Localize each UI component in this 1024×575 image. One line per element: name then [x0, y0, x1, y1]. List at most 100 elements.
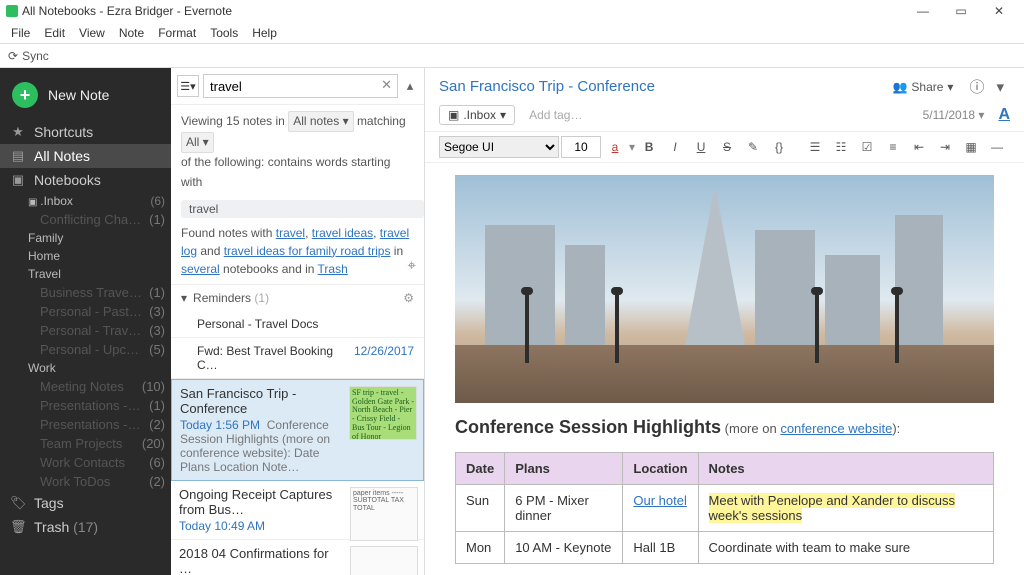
new-note-label: New Note: [48, 87, 109, 103]
notebook-work[interactable]: Work: [0, 359, 171, 377]
nav-trash[interactable]: 🗑Trash (17): [0, 515, 171, 539]
note-card-selected[interactable]: San Francisco Trip - Conference Today 1:…: [171, 379, 424, 481]
our-hotel-link[interactable]: Our hotel: [633, 493, 686, 508]
indent-button[interactable]: ⇥: [933, 136, 957, 158]
notebook-inbox[interactable]: ▣ .Inbox(6): [0, 192, 171, 210]
note-card[interactable]: 2018 04 Confirmations for … Today 10:49 …: [171, 540, 424, 575]
notebook-meeting-notes[interactable]: Meeting Notes(10): [0, 377, 171, 396]
note-cards: San Francisco Trip - Conference Today 1:…: [171, 379, 424, 575]
menu-file[interactable]: File: [4, 24, 37, 42]
note-body[interactable]: Conference Session Highlights (more on c…: [425, 163, 1024, 575]
card-thumbnail: paper items ----- SUBTOTAL TAX TOTAL: [350, 487, 418, 541]
maximize-button[interactable]: ▭: [942, 4, 980, 18]
menu-view[interactable]: View: [72, 24, 112, 42]
table-row: Sun 6 PM - Mixer dinner Our hotel Meet w…: [456, 485, 994, 532]
table-row: Mon 10 AM - Keynote Hall 1B Coordinate w…: [456, 532, 994, 564]
note-date: 5/11/2018 ▾: [923, 108, 985, 122]
conference-table: Date Plans Location Notes Sun 6 PM - Mix…: [455, 452, 994, 564]
bullets-button[interactable]: ☰: [803, 136, 827, 158]
expand-search-icon[interactable]: ▴: [402, 78, 418, 94]
note-editor: San Francisco Trip - Conference 👥Share ▾…: [425, 68, 1024, 575]
th-plans: Plans: [505, 453, 623, 485]
notebook-conflicting[interactable]: Conflicting Changes(1): [0, 210, 171, 229]
outdent-button[interactable]: ⇤: [907, 136, 931, 158]
menu-edit[interactable]: Edit: [37, 24, 72, 42]
sync-bar: ⟳ Sync: [0, 44, 1024, 68]
notebook-work-todos[interactable]: Work ToDos(2): [0, 472, 171, 491]
more-icon[interactable]: ▾: [996, 78, 1004, 96]
menu-note[interactable]: Note: [112, 24, 151, 42]
clear-search-icon[interactable]: ✕: [381, 77, 392, 93]
reminders-header[interactable]: ▾ Reminders (1) ⚙: [171, 284, 424, 311]
gear-icon[interactable]: ⚙: [403, 291, 414, 305]
notebook-business-travel[interactable]: Business Travel - re…(1): [0, 283, 171, 302]
notebook-work-contacts[interactable]: Work Contacts(6): [0, 453, 171, 472]
strike-button[interactable]: S: [715, 136, 739, 158]
nav-all-notes[interactable]: ▤All Notes: [0, 144, 171, 168]
italic-button[interactable]: I: [663, 136, 687, 158]
numbered-button[interactable]: ☷: [829, 136, 853, 158]
new-note-button[interactable]: + New Note: [0, 76, 171, 120]
bold-button[interactable]: B: [637, 136, 661, 158]
underline-button[interactable]: U: [689, 136, 713, 158]
found-link-travel-ideas[interactable]: travel ideas: [312, 226, 373, 240]
found-link-trash[interactable]: Trash: [318, 262, 348, 276]
plus-icon: +: [12, 82, 38, 108]
reminder-item[interactable]: Personal - Travel Docs: [171, 311, 424, 338]
card-thumbnail: SF trip - travel - Golden Gate Park - No…: [349, 386, 417, 440]
font-color-button[interactable]: a: [603, 136, 627, 158]
found-link-several[interactable]: several: [181, 262, 220, 276]
font-size-input[interactable]: [561, 136, 601, 158]
notebook-presentations-int[interactable]: Presentations - Int…(1): [0, 396, 171, 415]
list-view-toggle[interactable]: ☰▾: [177, 75, 199, 97]
highlight-button[interactable]: ✎: [741, 136, 765, 158]
found-link-family-trips[interactable]: travel ideas for family road trips: [224, 244, 391, 258]
scope-dropdown[interactable]: All notes ▾: [288, 111, 353, 132]
found-summary: Found notes with travel, travel ideas, t…: [171, 218, 424, 284]
notebook-travel[interactable]: Travel: [0, 265, 171, 283]
align-left-button[interactable]: ≡: [881, 136, 905, 158]
minimize-button[interactable]: —: [904, 4, 942, 18]
title-bar: All Notebooks - Ezra Bridger - Evernote …: [0, 0, 1024, 22]
window-title: All Notebooks - Ezra Bridger - Evernote: [22, 4, 232, 18]
notebook-travel-d[interactable]: Personal - Travel D(3): [0, 321, 171, 340]
table-button[interactable]: ▦: [959, 136, 983, 158]
format-toolbar: Segoe UI a▾ B I U S ✎ {} ☰ ☷ ☑ ≡ ⇤ ⇥ ▦ —: [425, 132, 1024, 163]
notebook-team-projects[interactable]: Team Projects(20): [0, 434, 171, 453]
notebook-presentations-sales[interactable]: Presentations - Sales(2): [0, 415, 171, 434]
match-dropdown[interactable]: All ▾: [181, 132, 214, 153]
nav-tags[interactable]: 🏷Tags: [0, 491, 171, 515]
share-button[interactable]: 👥Share ▾: [892, 80, 953, 94]
notebook-home[interactable]: Home: [0, 247, 171, 265]
reminder-item[interactable]: Fwd: Best Travel Booking C…12/26/2017: [171, 338, 424, 379]
menu-format[interactable]: Format: [151, 24, 203, 42]
font-select[interactable]: Segoe UI: [439, 136, 559, 158]
notebook-past-travel[interactable]: Personal - Past Travel(3): [0, 302, 171, 321]
add-tag-input[interactable]: Add tag…: [529, 108, 909, 122]
nav-notebooks[interactable]: ▣Notebooks: [0, 168, 171, 192]
sync-icon[interactable]: ⟳: [8, 49, 18, 63]
checkbox-button[interactable]: ☑: [855, 136, 879, 158]
menu-tools[interactable]: Tools: [203, 24, 245, 42]
close-button[interactable]: ✕: [980, 4, 1018, 18]
notebook-family[interactable]: Family: [0, 229, 171, 247]
notebook-upcoming[interactable]: Personal - Upcomi…(5): [0, 340, 171, 359]
info-icon[interactable]: ⓘ: [969, 76, 984, 97]
search-scope-icon[interactable]: ⌖: [408, 255, 416, 278]
simplify-formatting-icon[interactable]: A: [998, 106, 1010, 124]
conference-website-link[interactable]: conference website: [780, 421, 892, 436]
search-input[interactable]: [203, 74, 398, 98]
menu-help[interactable]: Help: [245, 24, 284, 42]
tag-icon: 🏷: [10, 495, 26, 511]
notebook-selector[interactable]: ▣ .Inbox ▾: [439, 105, 515, 125]
star-icon: ★: [10, 124, 26, 140]
sync-label[interactable]: Sync: [22, 49, 49, 63]
hr-button[interactable]: —: [985, 136, 1009, 158]
filter-tag[interactable]: travel: [181, 200, 424, 218]
note-card[interactable]: Ongoing Receipt Captures from Bus… Today…: [171, 481, 424, 540]
sidebar: + New Note ★Shortcuts ▤All Notes ▣Notebo…: [0, 68, 171, 575]
note-title[interactable]: San Francisco Trip - Conference: [439, 78, 892, 95]
nav-shortcuts[interactable]: ★Shortcuts: [0, 120, 171, 144]
code-button[interactable]: {}: [767, 136, 791, 158]
found-link-travel[interactable]: travel: [276, 226, 305, 240]
